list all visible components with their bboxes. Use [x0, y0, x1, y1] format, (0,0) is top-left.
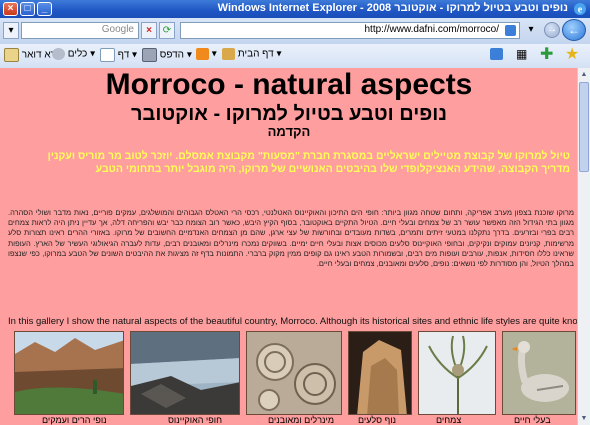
- search-dropdown-button[interactable]: ▾: [3, 22, 19, 39]
- photo-caption: בעלי חיים: [514, 415, 551, 425]
- tab-favicon-icon: [490, 48, 503, 61]
- photo-caption: צמחים: [436, 415, 462, 425]
- print-dropdown-icon: ▾: [186, 49, 192, 61]
- intro-body-hebrew: מרוקו שוכנת בצפון מערב אפריקה, ותחום שטח…: [8, 208, 574, 269]
- home-icon: [222, 48, 235, 60]
- address-toolbar: ▾ Google × ⟳ http://www.dafni.com/morroc…: [0, 18, 590, 45]
- page-content: Morroco - natural aspects נופים וטבע בטי…: [0, 68, 578, 425]
- photo-thumbnail[interactable]: [130, 331, 240, 415]
- tools-dropdown-icon: ▾: [90, 48, 96, 60]
- landscape-image: [15, 332, 123, 414]
- search-box[interactable]: Google: [21, 22, 139, 39]
- search-provider-label: Google: [101, 24, 134, 35]
- history-dropdown-icon[interactable]: ▾: [523, 22, 539, 39]
- gear-icon: [52, 48, 65, 60]
- svg-text:e: e: [578, 5, 583, 16]
- home-dropdown-icon: ▾: [276, 48, 282, 60]
- page-dropdown-icon: ▾: [132, 49, 138, 61]
- command-bar: קרא דואר ▾ כלים ▾ דף ▾ הדפס ▾ ▾ דף הבית …: [0, 44, 590, 69]
- feeds-button[interactable]: ▾: [196, 48, 217, 60]
- rock-image: [349, 332, 411, 414]
- intro-body-english: In this gallery I show the natural aspec…: [8, 316, 578, 327]
- photo-caption: מינרלים ומאובנים: [268, 415, 335, 425]
- scrollbar-thumb[interactable]: [579, 82, 589, 172]
- rss-feed-icon: [196, 48, 209, 60]
- stop-icon[interactable]: ×: [141, 22, 157, 39]
- photo-caption: חופי האוקיינוס: [168, 415, 223, 425]
- page-title: Morroco - natural aspects: [105, 68, 473, 101]
- address-url: http://www.dafni.com/morroco/: [364, 24, 500, 35]
- internet-explorer-icon: e: [574, 3, 586, 16]
- add-favorites-icon[interactable]: ✚: [540, 46, 553, 64]
- favorites-star-icon[interactable]: ★: [565, 46, 579, 64]
- goose-image: [503, 332, 575, 414]
- maximize-window-button[interactable]: □: [20, 2, 35, 16]
- tools-button[interactable]: ▾ כלים: [52, 48, 95, 60]
- page-button[interactable]: ▾ דף: [100, 48, 137, 62]
- fossils-image: [247, 332, 341, 414]
- coast-image: [131, 332, 239, 414]
- photo-caption: נוף סלעים: [358, 415, 397, 425]
- photo-thumbnail[interactable]: [14, 331, 124, 415]
- back-button[interactable]: ←: [562, 19, 586, 41]
- window-controls: × □ _: [3, 2, 52, 16]
- scroll-up-icon[interactable]: ▲: [579, 69, 589, 80]
- plant-image: [419, 332, 495, 414]
- photo-gallery: נופי הרים ועמקים חופי האוקיינוס מינרלים …: [8, 331, 578, 425]
- photo-thumbnail[interactable]: [418, 331, 496, 415]
- vertical-scrollbar[interactable]: ▲ ▼: [577, 68, 590, 425]
- page-favicon-icon: [505, 25, 516, 36]
- feeds-dropdown-icon: ▾: [211, 48, 217, 60]
- photo-thumbnail[interactable]: [348, 331, 412, 415]
- home-button[interactable]: ▾ דף הבית: [222, 48, 281, 60]
- tab-page[interactable]: [490, 48, 503, 61]
- page-subtitle: נופים וטבע בטיול למרוקו - אוקטובר: [131, 103, 447, 125]
- window-title-bar: × □ _ נופים וטבע בטיול למרוקו - אוקטובר …: [0, 0, 590, 18]
- page-icon: [100, 48, 115, 62]
- mail-icon: [4, 48, 19, 62]
- photo-caption: נופי הרים ועמקים: [42, 415, 107, 425]
- photo-thumbnail[interactable]: [502, 331, 576, 415]
- address-field[interactable]: http://www.dafni.com/morroco/: [180, 22, 520, 39]
- refresh-icon[interactable]: ⟳: [159, 22, 175, 39]
- window-title: נופים וטבע בטיול למרוקו - אוקטובר 2008 -…: [217, 2, 568, 14]
- photo-thumbnail[interactable]: [246, 331, 342, 415]
- quick-tabs-icon[interactable]: ▦: [516, 47, 527, 61]
- scroll-down-icon[interactable]: ▼: [579, 413, 589, 424]
- forward-button[interactable]: →: [544, 22, 560, 38]
- intro-heading: הקדמה: [267, 124, 311, 139]
- minimize-window-button[interactable]: _: [37, 2, 52, 16]
- print-button[interactable]: ▾ הדפס: [142, 48, 192, 62]
- printer-icon: [142, 48, 157, 62]
- intro-highlight: טיול למרוקו של קבוצת מטיילים ישראליים במ…: [47, 150, 570, 175]
- close-window-button[interactable]: ×: [3, 2, 18, 16]
